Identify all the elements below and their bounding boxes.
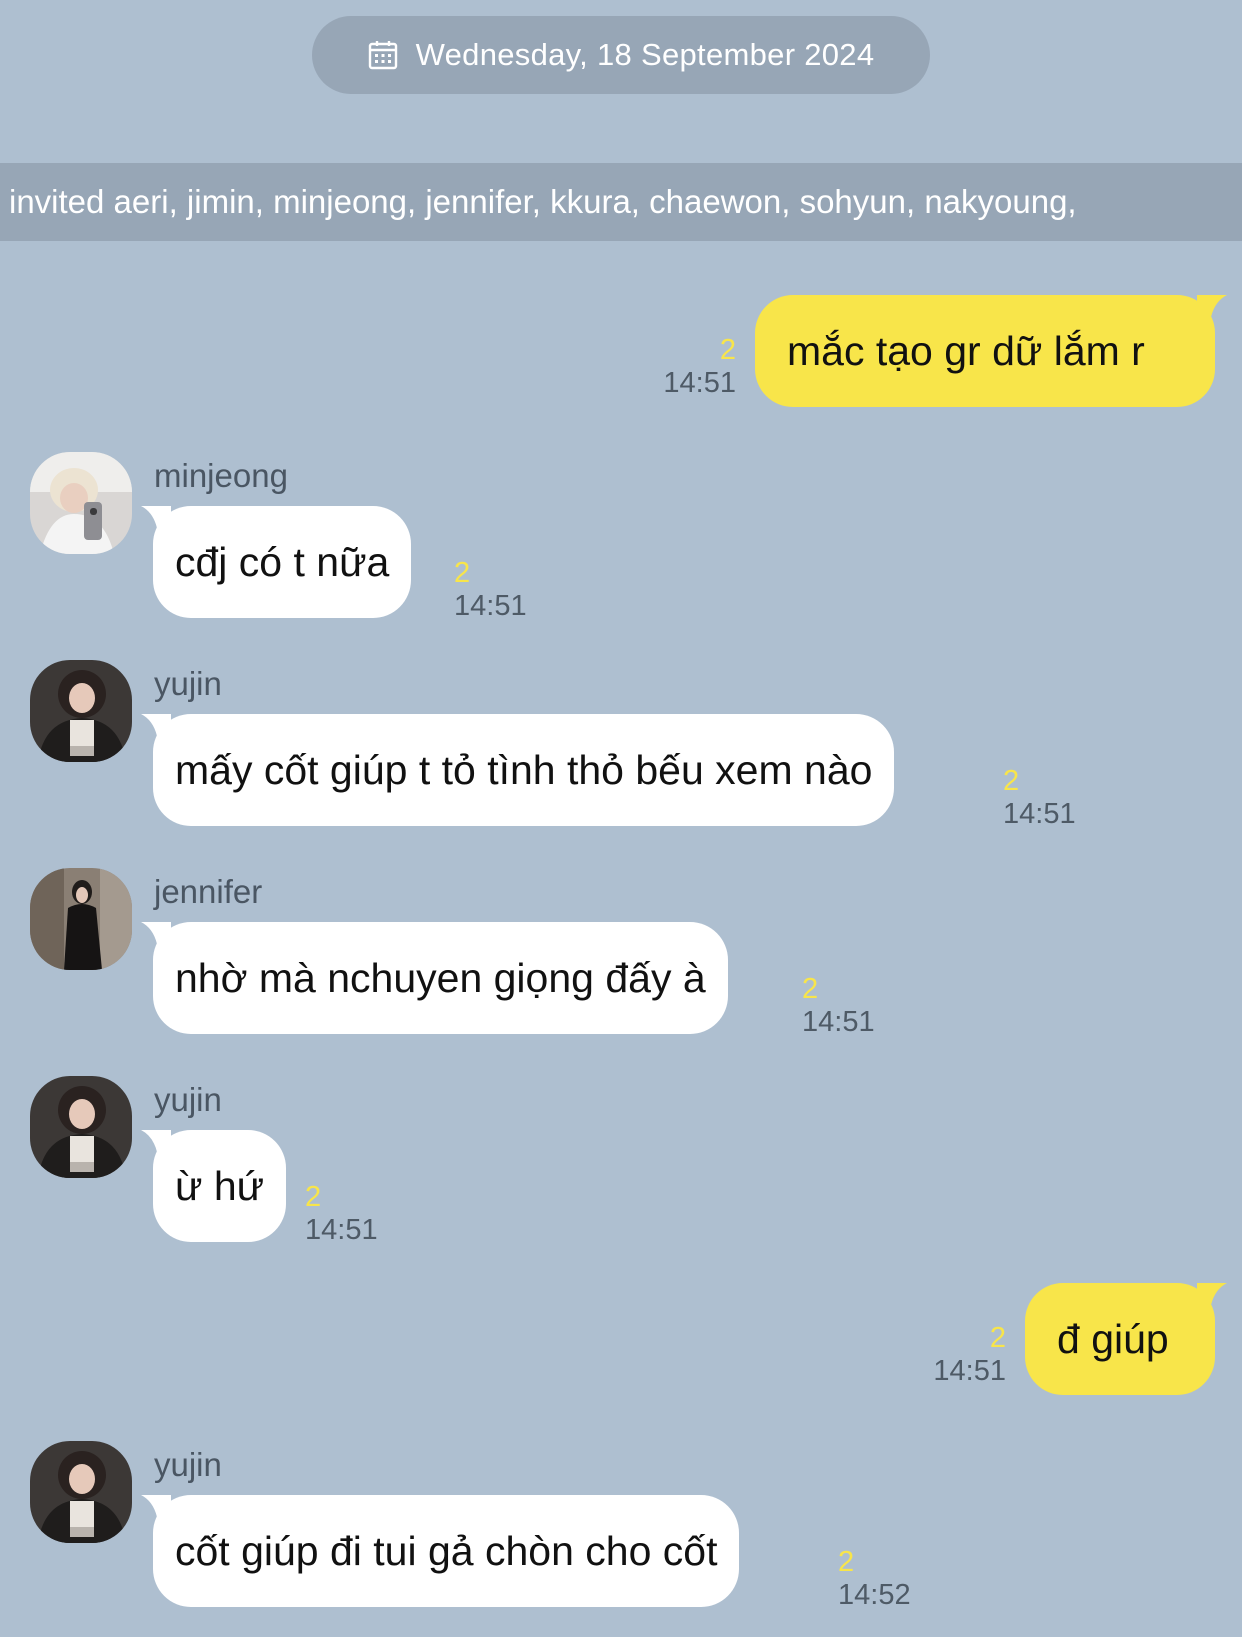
their-message-bubble[interactable]: cđj có t nữa [141, 506, 412, 618]
their-message-bubble[interactable]: ừ hứ [141, 1130, 287, 1242]
calendar-icon [368, 41, 397, 70]
bubble-tail [141, 714, 171, 736]
sender-name: yujin [154, 665, 222, 702]
sender-name: minjeong [154, 457, 288, 494]
bubble-tail [141, 922, 171, 944]
message-time: 14:51 [802, 1006, 875, 1038]
avatar[interactable] [30, 868, 132, 970]
message-text: cốt giúp đi tui gả chòn cho cốt [175, 1528, 718, 1574]
unread-count: 2 [1003, 765, 1020, 797]
avatar-photo-icon [30, 1441, 132, 1543]
my-message-bubble[interactable]: đ giúp [1025, 1283, 1227, 1395]
unread-count: 2 [719, 334, 736, 366]
bubble-tail [141, 1495, 171, 1517]
message-meta: 2 14:51 [802, 975, 875, 1037]
bubble-tail [141, 1130, 171, 1152]
date-divider: Wednesday, 18 September 2024 [312, 16, 930, 94]
message-time: 14:51 [663, 367, 736, 399]
system-notice: invited aeri, jimin, minjeong, jennifer,… [0, 163, 1242, 241]
message-meta: 2 14:51 [305, 1183, 378, 1245]
their-message-bubble[interactable]: cốt giúp đi tui gả chòn cho cốt [141, 1495, 740, 1607]
bubble-tail [141, 506, 171, 528]
unread-count: 2 [305, 1181, 322, 1213]
my-message-bubble[interactable]: mắc tạo gr dữ lắm r [755, 295, 1227, 407]
avatar[interactable] [30, 660, 132, 762]
unread-count: 2 [838, 1546, 855, 1578]
avatar-photo-icon [30, 868, 132, 970]
unread-count: 2 [802, 973, 819, 1005]
message-text: mắc tạo gr dữ lắm r [787, 328, 1145, 374]
avatar[interactable] [30, 1076, 132, 1178]
sender-name: yujin [154, 1081, 222, 1118]
their-message-bubble[interactable]: mấy cốt giúp t tỏ tình thỏ bếu xem nào [141, 714, 895, 826]
message-time: 14:51 [454, 590, 527, 622]
avatar[interactable] [30, 1441, 132, 1543]
message-meta: 2 14:51 [1003, 767, 1076, 829]
bubble-tail [1197, 295, 1227, 317]
avatar-photo-icon [30, 660, 132, 762]
avatar-photo-icon [30, 1076, 132, 1178]
message-meta: 2 14:51 [924, 1324, 1006, 1386]
message-text: cđj có t nữa [175, 539, 390, 585]
unread-count: 2 [454, 557, 471, 589]
message-text: mấy cốt giúp t tỏ tình thỏ bếu xem nào [175, 747, 873, 793]
bubble-tail [1197, 1283, 1227, 1305]
date-label: Wednesday, 18 September 2024 [415, 37, 875, 72]
message-meta: 2 14:51 [454, 559, 527, 621]
sender-name: yujin [154, 1446, 222, 1483]
sender-name: jennifer [154, 873, 263, 910]
message-time: 14:51 [933, 1355, 1006, 1387]
message-time: 14:51 [1003, 798, 1076, 830]
message-meta: 2 14:52 [838, 1548, 911, 1610]
message-time: 14:51 [305, 1214, 378, 1246]
their-message-bubble[interactable]: nhờ mà nchuyen giọng đấy à [141, 922, 728, 1034]
message-text: nhờ mà nchuyen giọng đấy à [175, 955, 706, 1001]
message-text: ừ hứ [175, 1163, 265, 1209]
message-meta: 2 14:51 [654, 336, 736, 398]
unread-count: 2 [989, 1322, 1006, 1354]
message-text: đ giúp [1057, 1316, 1169, 1362]
avatar[interactable] [30, 452, 132, 554]
avatar-photo-icon [30, 452, 132, 554]
message-time: 14:52 [838, 1579, 911, 1611]
